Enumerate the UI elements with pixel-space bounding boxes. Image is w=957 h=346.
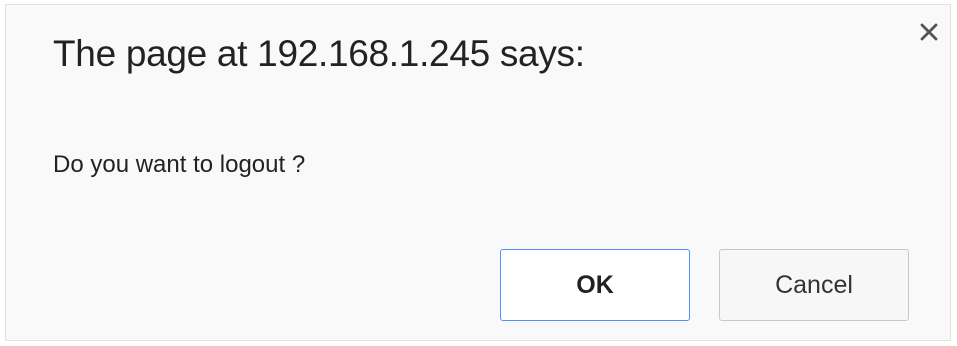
close-icon <box>920 23 938 41</box>
alert-dialog: The page at 192.168.1.245 says: Do you w… <box>5 4 951 341</box>
close-button[interactable] <box>912 15 946 49</box>
dialog-message: Do you want to logout ? <box>53 151 306 178</box>
dialog-title: The page at 192.168.1.245 says: <box>53 33 585 74</box>
cancel-button[interactable]: Cancel <box>719 249 909 321</box>
ok-button[interactable]: OK <box>500 249 690 321</box>
